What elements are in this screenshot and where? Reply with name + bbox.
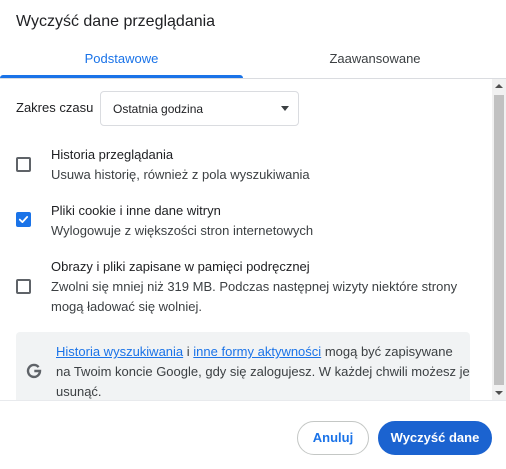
option-description-cookies: Wylogowuje z większości stron internetow… [51,223,314,238]
tab-advanced[interactable]: Zaawansowane [244,40,506,78]
option-title-cached-images: Obrazy i pliki zapisane w pamięci podręc… [51,259,310,274]
time-range-dropdown[interactable]: Ostatnia godzina [100,91,299,126]
google-account-notice: Historia wyszukiwania i inne formy aktyw… [16,332,470,400]
other-activity-link[interactable]: inne formy aktywności [193,344,321,359]
time-range-label: Zakres czasu [16,100,94,115]
notice-line-1-rest: mogą być zapisywane [324,344,453,359]
google-g-icon [26,363,42,379]
clear-data-button[interactable]: Wyczyść dane [378,421,492,455]
time-range-selected-value: Ostatnia godzina [113,102,204,116]
notice-text: Historia wyszukiwania i inne formy aktyw… [56,342,470,400]
dialog-title: Wyczyść dane przeglądania [16,13,216,30]
checkbox-cookies[interactable] [16,212,31,227]
checkbox-cached-images[interactable] [16,279,31,294]
settings-scroll-area[interactable]: Zakres czasu Ostatnia godzina Historia p… [0,79,492,400]
scroll-up-arrow-icon[interactable] [495,84,503,88]
clear-browsing-data-dialog: Wyczyść dane przeglądania Podstawowe Zaa… [0,0,506,469]
option-description-cached-images-line-2: mogą ładować się wolniej. [51,299,203,314]
vertical-scrollbar[interactable] [492,79,506,400]
search-history-link[interactable]: Historia wyszukiwania [56,344,183,359]
option-description-browsing-history: Usuwa historię, również z pola wyszukiwa… [51,167,310,182]
option-description-cached-images-line-1: Zwolni się mniej niż 319 MB. Podczas nas… [51,279,458,294]
notice-line-1: Historia wyszukiwania i inne formy aktyw… [56,342,470,362]
tab-basic[interactable]: Podstawowe [0,40,243,78]
footer-divider [0,400,506,401]
notice-connector: i [186,344,190,359]
option-title-browsing-history: Historia przeglądania [51,147,174,162]
notice-line-3: usunąć. [56,384,102,399]
checkmark-icon [18,216,29,223]
cancel-button[interactable]: Anuluj [297,421,369,455]
scroll-down-arrow-icon[interactable] [495,391,503,395]
scrollbar-thumb[interactable] [494,95,504,385]
option-title-cookies: Pliki cookie i inne dane witryn [51,203,221,218]
checkbox-browsing-history[interactable] [16,157,31,172]
caret-down-icon [281,106,289,111]
notice-line-2: na Twoim koncie Google, gdy się zaloguje… [56,364,470,379]
